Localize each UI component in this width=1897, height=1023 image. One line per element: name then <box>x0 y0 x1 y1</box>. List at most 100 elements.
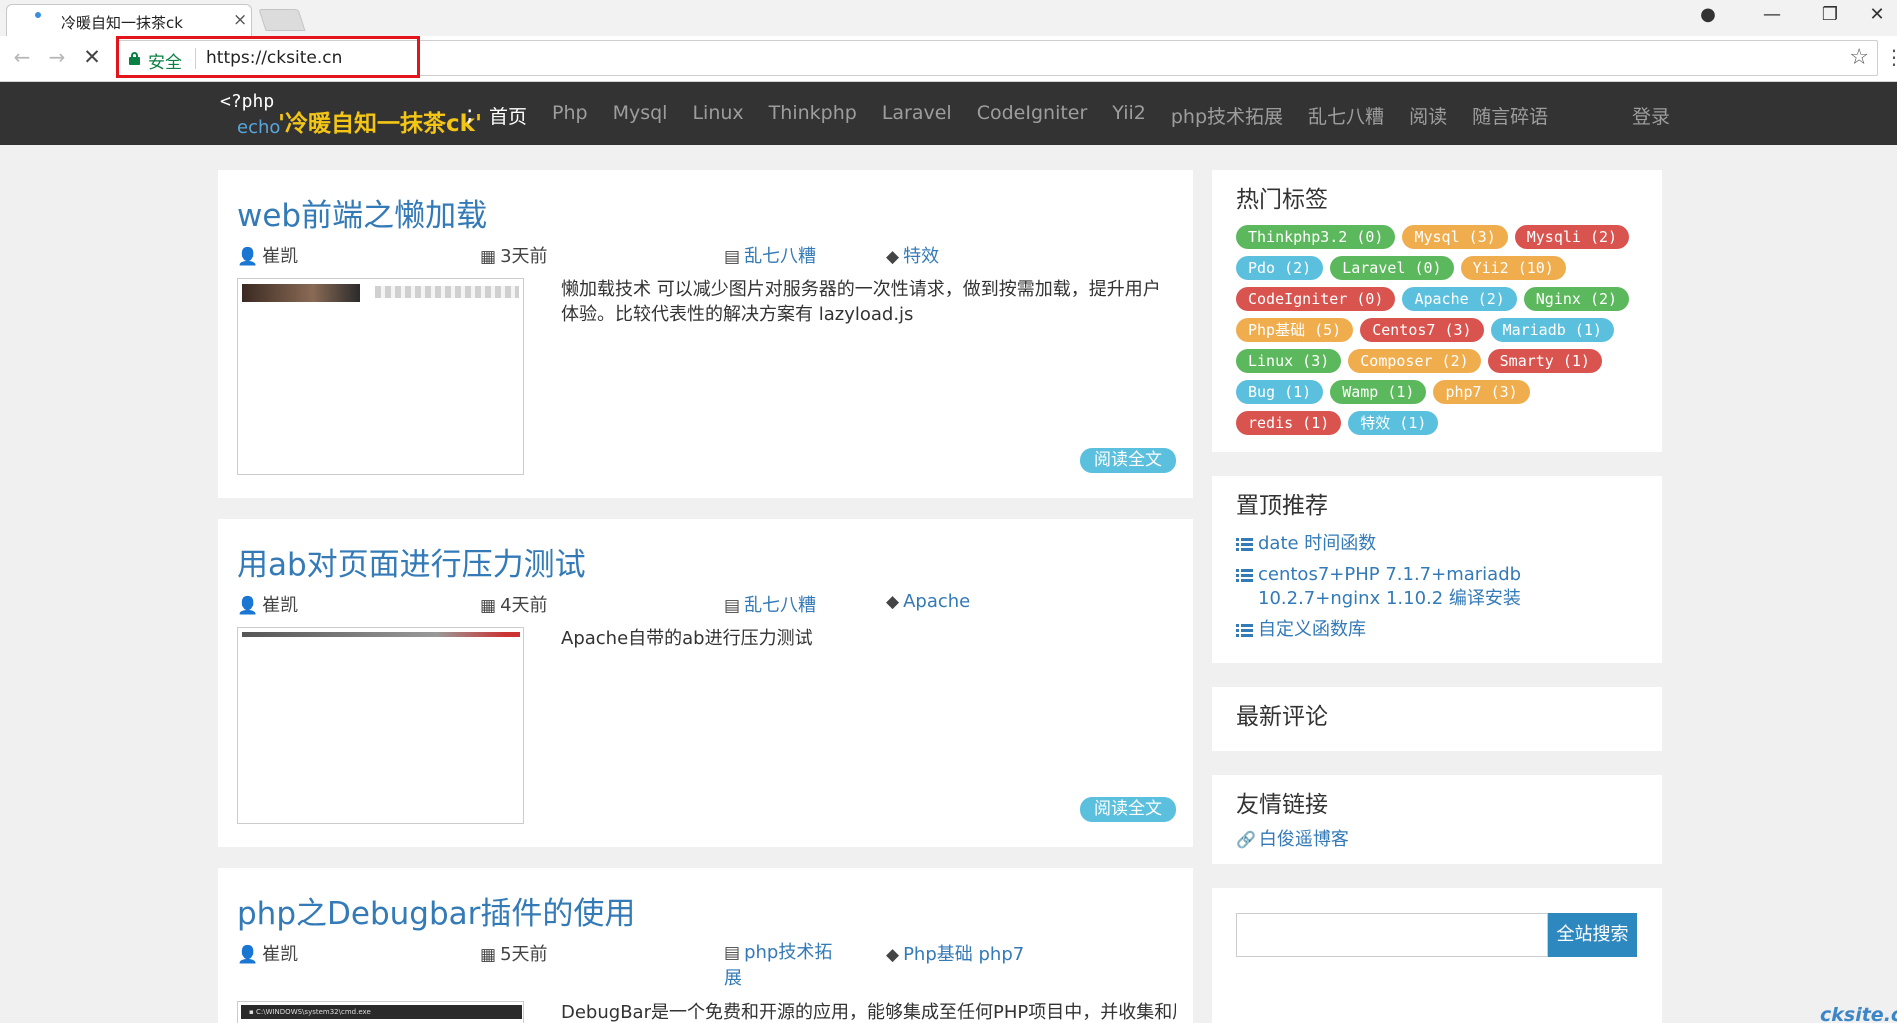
tag-pill[interactable]: Smarty (1) <box>1487 349 1602 373</box>
back-arrow-icon[interactable]: ← <box>9 45 35 69</box>
article-tags[interactable]: ◆ 特效 <box>886 242 939 268</box>
nav-mysql[interactable]: Mysql <box>613 102 668 129</box>
main-nav: 首页 Php Mysql Linux Thinkphp Laravel Code… <box>489 102 1573 129</box>
top-post-item[interactable]: 自定义函数库 <box>1236 618 1646 642</box>
tab-close-icon[interactable]: × <box>233 10 247 30</box>
nav-php[interactable]: Php <box>552 102 588 129</box>
stop-loading-icon[interactable]: ✕ <box>79 45 105 69</box>
watermark: cksite.cn <box>1820 1004 1897 1023</box>
article-thumbnail[interactable]: ▪ C:\WINDOWS\system32\cmd.exe <box>237 1001 524 1023</box>
lock-icon[interactable] <box>129 52 140 65</box>
new-tab-button[interactable] <box>258 9 306 31</box>
tag-pill[interactable]: php7 (3) <box>1433 380 1530 404</box>
nav-php-extensions[interactable]: php技术拓展 <box>1171 102 1283 129</box>
article-card: 用ab对页面进行压力测试 👤 崔凯 ▦ 4天前 ▤ 乱七八糟 ◆ Apache Apac… <box>218 519 1193 847</box>
tag-pill[interactable]: Composer (2) <box>1348 349 1481 373</box>
article-author: 👤 崔凯 <box>237 246 299 267</box>
article-tags[interactable]: ◆ Php基础 php7 <box>886 940 1024 966</box>
tag-pill[interactable]: Mariadb (1) <box>1490 318 1614 342</box>
tags-icon: ◆ <box>886 945 900 965</box>
tag-pill[interactable]: redis (1) <box>1236 411 1342 435</box>
nav-home[interactable]: 首页 <box>489 102 527 129</box>
site-navbar: <?php echo '冷暖自知一抹茶ck' ; 首页 Php Mysql Li… <box>0 82 1897 145</box>
browser-toolbar: ← → ✕ 安全 https://cksite.cn ☆ ⋮ <box>0 36 1897 82</box>
login-link[interactable]: 登录 <box>1632 102 1670 129</box>
secure-label[interactable]: 安全 <box>148 48 182 73</box>
nav-reading[interactable]: 阅读 <box>1409 102 1447 129</box>
browser-menu-icon[interactable]: ⋮ <box>1884 45 1897 69</box>
browser-tab[interactable]: 冷暖自知一抹茶ck × <box>6 4 252 36</box>
category-icon: ▤ <box>724 247 741 267</box>
maximize-button[interactable]: ❐ <box>1810 4 1850 25</box>
top-post-item[interactable]: centos7+PHP 7.1.7+mariadb 10.2.7+nginx 1… <box>1236 563 1646 611</box>
site-search-button[interactable]: 全站搜索 <box>1548 913 1637 957</box>
nav-linux[interactable]: Linux <box>692 102 743 129</box>
friend-links-panel: 友情链接 🔗 白俊遥博客 <box>1212 775 1662 864</box>
nav-misc[interactable]: 乱七八糟 <box>1308 102 1384 129</box>
calendar-icon: ▦ <box>480 945 497 965</box>
minimize-button[interactable]: — <box>1752 4 1792 25</box>
tag-pill[interactable]: Laravel (0) <box>1330 256 1454 280</box>
article-thumbnail[interactable] <box>237 627 524 824</box>
tag-pill[interactable]: Linux (3) <box>1236 349 1342 373</box>
nav-notes[interactable]: 随言碎语 <box>1472 102 1548 129</box>
article-category[interactable]: ▤ php技术拓展 <box>724 940 844 991</box>
tag-cloud: Thinkphp3.2 (0) Mysql (3) Mysqli (2) Pdo (2… <box>1236 225 1646 442</box>
tag-pill[interactable]: Apache (2) <box>1402 287 1517 311</box>
tag-pill[interactable]: Wamp (1) <box>1330 380 1427 404</box>
url-text[interactable]: https://cksite.cn <box>206 48 342 68</box>
user-icon: 👤 <box>237 596 259 616</box>
read-more-button[interactable]: 阅读全文 <box>1080 448 1176 473</box>
tag-pill[interactable]: Mysql (3) <box>1402 225 1508 249</box>
category-icon: ▤ <box>724 596 741 616</box>
top-posts-list: date 时间函数 centos7+PHP 7.1.7+mariadb 10.2… <box>1236 532 1646 649</box>
article-category[interactable]: ▤ 乱七八糟 <box>724 242 816 268</box>
top-posts-title: 置顶推荐 <box>1236 493 1328 519</box>
tag-pill[interactable]: 特效 (1) <box>1348 411 1439 435</box>
article-date: ▦ 5天前 <box>480 944 548 965</box>
tag-pill[interactable]: Centos7 (3) <box>1360 318 1484 342</box>
article-excerpt: 懒加载技术 可以减少图片对服务器的一次性请求，做到按需加载，提升用户体验。比较代… <box>561 279 1161 325</box>
article-title[interactable]: 用ab对页面进行压力测试 <box>237 539 586 584</box>
article-card: php之Debugbar插件的使用 👤 崔凯 ▦ 5天前 ▤ php技术拓展 ◆ Php… <box>218 868 1193 1023</box>
profile-icon[interactable]: ● <box>1688 4 1728 25</box>
friend-link[interactable]: 🔗 白俊遥博客 <box>1236 825 1349 851</box>
article-title[interactable]: web前端之懒加载 <box>237 190 487 235</box>
calendar-icon: ▦ <box>480 596 497 616</box>
logo-text: '冷暖自知一抹茶ck' <box>278 111 483 137</box>
tag-pill[interactable]: Bug (1) <box>1236 380 1324 404</box>
read-more-button[interactable]: 阅读全文 <box>1080 797 1176 822</box>
tag-pill[interactable]: CodeIgniter (0) <box>1236 287 1396 311</box>
nav-yii2[interactable]: Yii2 <box>1112 102 1146 129</box>
logo-php-tag: <?php <box>220 91 275 112</box>
forward-arrow-icon[interactable]: → <box>44 45 70 69</box>
calendar-icon: ▦ <box>480 247 497 267</box>
latest-comments-panel: 最新评论 <box>1212 687 1662 751</box>
close-window-button[interactable]: ✕ <box>1857 4 1897 25</box>
article-date: ▦ 3天前 <box>480 246 548 267</box>
site-logo[interactable]: <?php echo '冷暖自知一抹茶ck' ; <box>220 87 483 141</box>
article-card: web前端之懒加载 👤 崔凯 ▦ 3天前 ▤ 乱七八糟 ◆ 特效 懒加载技术 可以减少图… <box>218 170 1193 498</box>
tag-pill[interactable]: Php基础 (5) <box>1236 318 1354 342</box>
site-search-input[interactable] <box>1236 913 1548 957</box>
tags-icon: ◆ <box>886 247 900 267</box>
nav-laravel[interactable]: Laravel <box>882 102 952 129</box>
tag-pill[interactable]: Mysqli (2) <box>1514 225 1630 249</box>
article-thumbnail[interactable] <box>237 278 524 475</box>
article-tags[interactable]: ◆ Apache <box>886 591 970 612</box>
nav-thinkphp[interactable]: Thinkphp <box>769 102 857 129</box>
nav-codeigniter[interactable]: CodeIgniter <box>977 102 1088 129</box>
tag-pill[interactable]: Yii2 (10) <box>1460 256 1566 280</box>
article-category[interactable]: ▤ 乱七八糟 <box>724 591 816 617</box>
list-icon <box>1236 624 1253 637</box>
tag-pill[interactable]: Thinkphp3.2 (0) <box>1236 225 1396 249</box>
top-post-item[interactable]: date 时间函数 <box>1236 532 1646 556</box>
user-icon: 👤 <box>237 945 259 965</box>
article-title[interactable]: php之Debugbar插件的使用 <box>237 888 635 933</box>
bookmark-star-icon[interactable]: ☆ <box>1849 45 1869 70</box>
article-author: 👤 崔凯 <box>237 595 299 616</box>
tag-pill[interactable]: Nginx (2) <box>1523 287 1630 311</box>
address-bar[interactable]: 安全 https://cksite.cn ☆ <box>116 40 1878 76</box>
tag-pill[interactable]: Pdo (2) <box>1236 256 1324 280</box>
hot-tags-title: 热门标签 <box>1236 187 1328 213</box>
